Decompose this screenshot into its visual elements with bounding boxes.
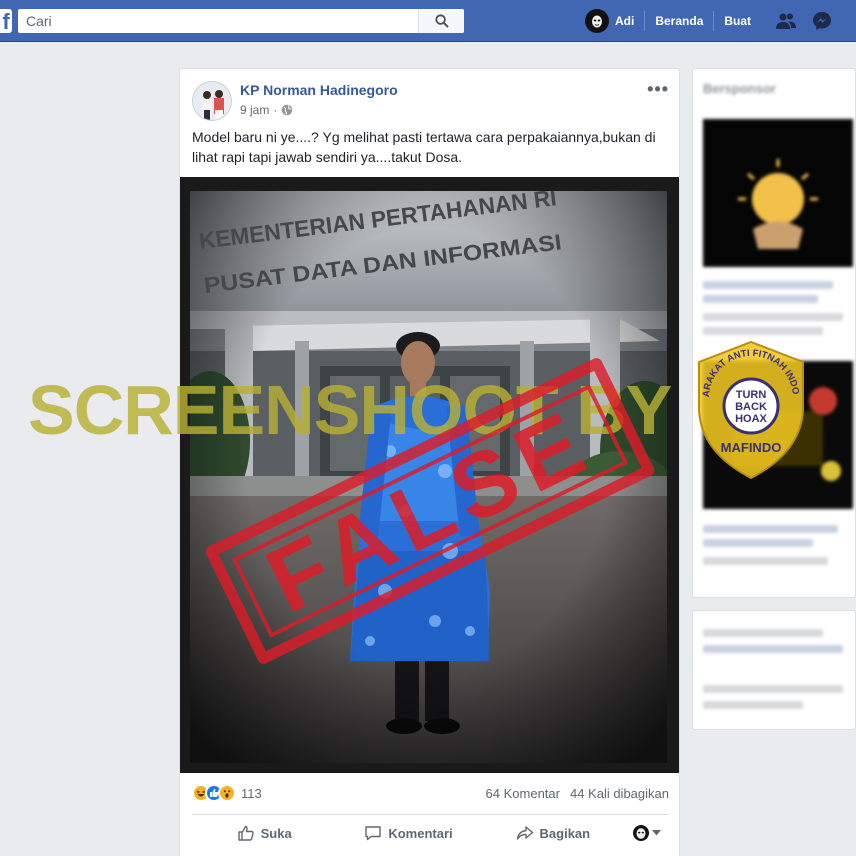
author-avatar[interactable]: [192, 81, 232, 121]
ad-thumbnail-2[interactable]: [703, 361, 853, 509]
photo-scene: KEMENTERIAN PERTAHANAN RI PUSAT DATA DAN…: [190, 191, 667, 763]
sidebar-title: Bersponsor: [703, 81, 776, 96]
author-name[interactable]: KP Norman Hadinegoro: [240, 82, 398, 98]
ad2-title-line-2[interactable]: [703, 539, 813, 547]
ad-desc-line-2: [703, 327, 823, 335]
reaction-count[interactable]: 113: [241, 786, 262, 801]
friend-requests-button[interactable]: [775, 10, 797, 32]
facebook-logo[interactable]: f: [0, 9, 12, 33]
ad2-desc-line: [703, 557, 828, 565]
share-label: Bagikan: [539, 825, 591, 841]
footer-line-2[interactable]: [703, 701, 803, 709]
share-button[interactable]: Bagikan: [481, 817, 625, 849]
actions-divider: [192, 814, 669, 815]
search-input[interactable]: [18, 9, 418, 33]
search-box: [18, 9, 464, 33]
ad-image-1: [703, 119, 853, 267]
sidebar-footer: [692, 610, 856, 730]
ad-image-2: [703, 361, 853, 509]
search-button[interactable]: [418, 9, 464, 33]
post-card: KP Norman Hadinegoro 9 jam · ••• Model b…: [179, 68, 680, 856]
globe-icon: [282, 104, 293, 116]
like-label: Suka: [260, 825, 292, 841]
top-navigation-bar: f Adi Beranda Buat: [0, 0, 856, 42]
ad-title-line-1[interactable]: [703, 281, 833, 289]
messenger-button[interactable]: [811, 10, 833, 32]
post-photo-frame[interactable]: KEMENTERIAN PERTAHANAN RI PUSAT DATA DAN…: [180, 177, 679, 773]
ad2-title-line-1[interactable]: [703, 525, 838, 533]
nav-right: Adi Beranda Buat: [585, 0, 833, 42]
language-line-2[interactable]: [703, 645, 843, 653]
post-timestamp[interactable]: 9 jam: [240, 103, 269, 117]
share-count[interactable]: 44 Kali dibagikan: [570, 786, 669, 801]
share-icon: [516, 826, 533, 840]
post-meta: 9 jam ·: [240, 103, 293, 117]
footer-line-1[interactable]: [703, 685, 843, 693]
post-text: Model baru ni ye....? Yg melihat pasti t…: [192, 129, 656, 165]
nav-profile-link[interactable]: Adi: [609, 11, 646, 31]
post-actions: Suka Komentari Bagikan: [192, 817, 669, 849]
ad-desc-line-1: [703, 313, 843, 321]
nav-home-link[interactable]: Beranda: [645, 11, 715, 31]
language-line-1[interactable]: [703, 629, 823, 637]
search-icon: [434, 14, 449, 28]
post-photo[interactable]: KEMENTERIAN PERTAHANAN RI PUSAT DATA DAN…: [190, 191, 667, 763]
nav-create-link[interactable]: Buat: [714, 11, 761, 31]
reactions-bar: 113 64 Komentar 44 Kali dibagikan: [192, 781, 669, 805]
author-photo-icon: [193, 82, 231, 120]
ad-title-line-2[interactable]: [703, 295, 818, 303]
friends-icon: [776, 13, 797, 29]
comment-count[interactable]: 64 Komentar: [486, 786, 560, 801]
reaction-identity-selector[interactable]: [625, 825, 669, 841]
meta-separator: ·: [273, 103, 278, 117]
comment-icon: [365, 826, 382, 841]
like-button[interactable]: Suka: [192, 817, 336, 849]
messenger-icon: [813, 12, 832, 30]
mask-avatar-icon: [632, 825, 649, 841]
post-options-button[interactable]: •••: [647, 79, 669, 100]
mask-icon: [592, 15, 602, 28]
comment-button[interactable]: Komentari: [336, 817, 480, 849]
thumbs-up-icon: [237, 825, 254, 841]
ad-thumbnail-1[interactable]: [703, 119, 853, 267]
sponsored-sidebar: Bersponsor: [692, 68, 856, 598]
user-avatar[interactable]: [585, 9, 609, 33]
wow-reaction-icon[interactable]: [218, 784, 236, 802]
caret-down-icon: [651, 830, 661, 836]
post-stats: 64 Komentar 44 Kali dibagikan: [486, 786, 669, 801]
comment-label: Komentari: [388, 825, 453, 841]
